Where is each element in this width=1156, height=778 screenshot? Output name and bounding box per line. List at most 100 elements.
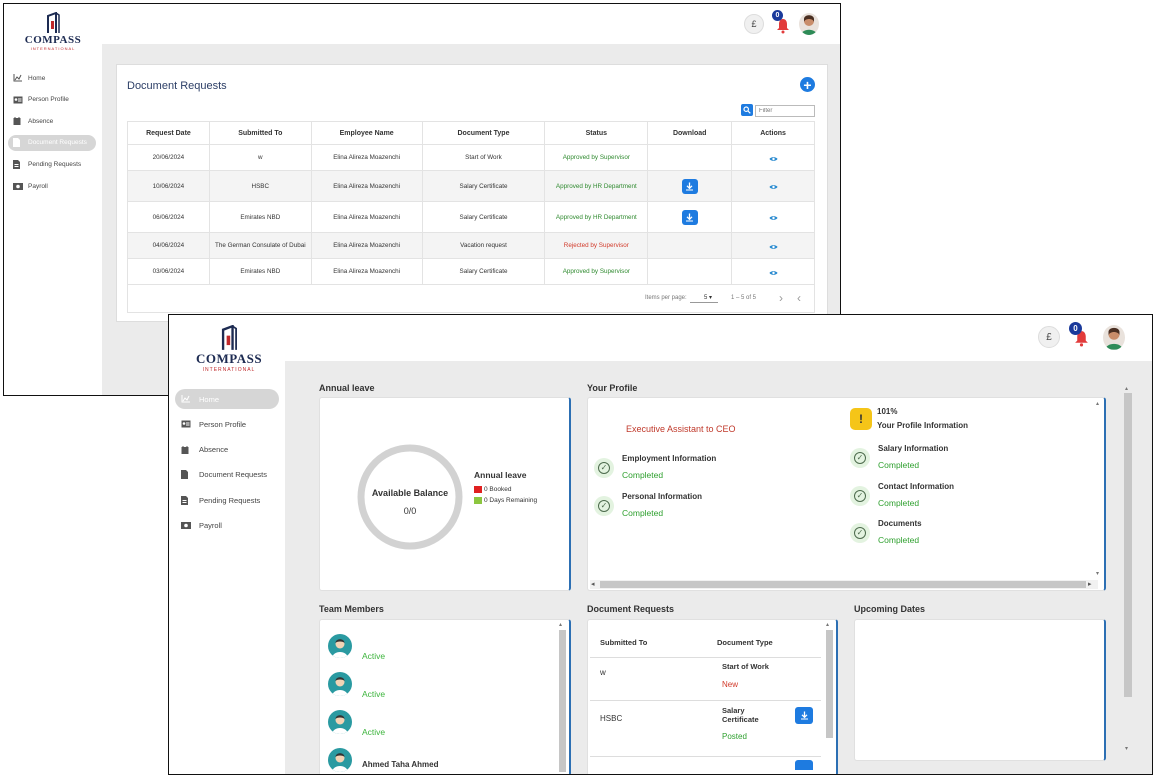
currency-button[interactable]: £ (744, 14, 764, 34)
sidebar-item-label: Person Profile (28, 96, 69, 104)
profile-section-label: Salary Information (878, 444, 949, 453)
cell-actions (732, 171, 814, 201)
currency-symbol: £ (1046, 331, 1052, 343)
cell-to: Emirates NBD (210, 259, 312, 284)
compass-logo: COMPASS INTERNATIONAL (25, 12, 81, 51)
currency-symbol: £ (751, 19, 757, 29)
compass-logo: COMPASS INTERNATIONAL (195, 325, 263, 373)
document-icon (13, 138, 25, 148)
add-request-button[interactable]: + (800, 77, 815, 93)
previous-page-icon[interactable]: ‹ (797, 291, 801, 305)
leave-legend: 0 Booked 0 Days Remaining (474, 486, 537, 508)
sidebar-item-payroll[interactable]: Payroll (8, 178, 96, 194)
upcoming-dates-title: Upcoming Dates (854, 604, 926, 614)
horizontal-scroll-thumb[interactable] (600, 581, 1086, 588)
member-avatar[interactable] (328, 710, 352, 734)
table-row: 04/06/2024 The German Consulate of Dubai E… (128, 233, 814, 259)
currency-button[interactable]: £ (1038, 326, 1060, 348)
download-button[interactable] (795, 760, 813, 770)
cell-employee: Elina Alireza Moazenchi (312, 202, 423, 232)
view-eye-icon[interactable] (769, 149, 778, 167)
upcoming-dates-panel (854, 619, 1106, 761)
sidebar-item-document-requests[interactable]: Document Requests (8, 134, 96, 151)
legend-label: 0 Booked (484, 486, 512, 493)
page-size-select[interactable]: 5 ▾ (690, 293, 718, 303)
view-eye-icon[interactable] (769, 208, 778, 226)
team-members-title: Team Members (319, 604, 384, 614)
completed-check-icon: ✓ (594, 496, 614, 516)
cell-status: Approved by HR Department (545, 202, 649, 232)
sidebar-item-absence[interactable]: Absence (8, 113, 96, 129)
page-scrollbar[interactable]: ▴ ▾ (1124, 385, 1132, 755)
cell-type: Vacation request (423, 233, 546, 258)
profile-section-status: Completed (622, 470, 664, 480)
profile-section-label: Documents (878, 519, 922, 528)
chart-icon (13, 74, 25, 82)
cell-date: 10/06/2024 (128, 171, 210, 201)
notification-button[interactable]: 0 (1069, 322, 1089, 347)
column-header: Employee Name (312, 122, 423, 144)
cell-to: w (210, 145, 312, 170)
your-profile-title: Your Profile (587, 383, 638, 393)
notification-button[interactable]: 0 (772, 10, 790, 34)
scroll-up-arrow-icon[interactable]: ▴ (826, 621, 829, 628)
sidebar-item-person-profile[interactable]: Person Profile (8, 92, 96, 108)
profile-section-status: Completed (878, 535, 920, 545)
document-widget-scrollbar[interactable] (826, 630, 833, 738)
filter-input[interactable] (755, 105, 815, 117)
cell-actions (732, 145, 814, 170)
user-avatar[interactable] (1103, 325, 1125, 350)
sidebar-item-pending-requests[interactable]: Pending Requests (8, 156, 96, 172)
available-balance-value: 0/0 (403, 506, 417, 516)
cell-type: Salary Certificate (423, 259, 546, 284)
list-item[interactable]: w Start of Work New (588, 662, 823, 706)
download-icon (800, 711, 808, 720)
scroll-up-arrow-icon[interactable]: ▴ (1096, 400, 1099, 407)
sidebar-item-label: Person Profile (199, 419, 247, 429)
list-item[interactable]: HSBC Salary Certificate Posted (588, 706, 823, 757)
column-header: Status (545, 122, 649, 144)
paginator: Items per page: 5 ▾ 1 – 5 of 5 › ‹ (128, 285, 816, 312)
annual-leave-panel: Available Balance 0/0 Annual leave 0 Boo… (319, 397, 571, 591)
brand-name: COMPASS (195, 351, 263, 366)
team-scrollbar[interactable] (559, 630, 566, 772)
divider (590, 700, 821, 701)
member-avatar[interactable] (328, 748, 352, 772)
member-avatar[interactable] (328, 634, 352, 658)
sidebar-item-payroll[interactable]: Payroll (175, 516, 279, 536)
sidebar-item-person-profile[interactable]: Person Profile (175, 414, 279, 434)
view-eye-icon[interactable] (769, 237, 778, 255)
sidebar-item-absence[interactable]: Absence (175, 440, 279, 460)
user-avatar[interactable] (799, 13, 819, 35)
pending-document-icon (13, 159, 25, 169)
sidebar-item-home[interactable]: Home (8, 70, 96, 86)
cell-employee: Elina Alireza Moazenchi (312, 145, 423, 170)
sidebar-item-document-requests[interactable]: Document Requests (175, 465, 279, 485)
sidebar-item-home[interactable]: Home (175, 389, 279, 409)
member-avatar[interactable] (328, 672, 352, 696)
scroll-up-arrow-icon[interactable]: ▴ (559, 621, 562, 628)
document-requests-widget: Submitted To Document Type w Start of Work N… (587, 619, 838, 774)
scroll-down-arrow-icon[interactable]: ▾ (1125, 745, 1128, 752)
cell-date: 04/06/2024 (128, 233, 210, 258)
document-icon (181, 470, 195, 480)
download-button[interactable] (681, 209, 698, 225)
scroll-up-arrow-icon[interactable]: ▴ (1125, 385, 1128, 392)
scroll-left-arrow-icon[interactable]: ◂ (591, 580, 595, 588)
table-row: 06/06/2024 Emirates NBD Elina Alireza Moaz… (128, 202, 814, 233)
view-eye-icon[interactable] (769, 177, 778, 195)
id-card-icon (13, 96, 25, 104)
profile-completion: 101% (877, 407, 898, 416)
legend-label: 0 Days Remaining (484, 497, 538, 504)
legend-swatch (474, 486, 482, 493)
view-eye-icon[interactable] (769, 263, 778, 281)
horizontal-scrollbar[interactable]: ◂ ▸ (590, 580, 1098, 589)
next-page-icon[interactable]: › (779, 291, 783, 305)
scroll-right-arrow-icon[interactable]: ▸ (1088, 580, 1092, 588)
column-header: Submitted To (210, 122, 312, 144)
scroll-down-arrow-icon[interactable]: ▾ (1096, 570, 1099, 577)
page-scroll-thumb[interactable] (1124, 393, 1132, 697)
download-button[interactable] (795, 707, 813, 724)
sidebar-item-pending-requests[interactable]: Pending Requests (175, 490, 279, 510)
download-button[interactable] (681, 178, 698, 194)
